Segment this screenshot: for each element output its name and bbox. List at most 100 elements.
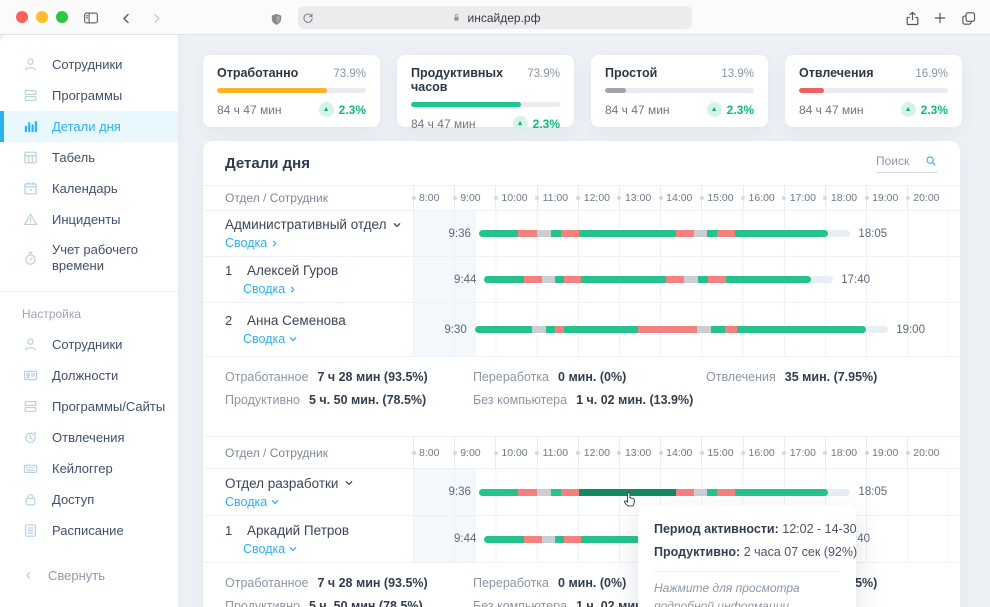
browser-sidebar-toggle-icon[interactable] [81,8,101,28]
activity-segment-gray[interactable] [532,326,546,333]
sidebar-item-employees[interactable]: Сотрудники [0,49,178,80]
activity-segment-red[interactable] [524,276,542,283]
activity-segment-red[interactable] [561,489,579,496]
sidebar-collapse-button[interactable]: Свернуть [0,560,178,591]
row-name[interactable]: Административный отдел [225,217,386,232]
reload-icon[interactable] [298,8,318,28]
summary-stat-label: Переработка [473,576,549,590]
activity-segment-green[interactable] [735,230,828,237]
search-input[interactable] [876,154,918,168]
activity-segment-red[interactable] [561,230,579,237]
activity-segment-green[interactable] [707,489,717,496]
activity-segment-green[interactable] [707,230,717,237]
browser-back-button[interactable] [116,8,136,28]
sidebar-item-label: Учет рабочего времени [52,242,164,275]
summary-link[interactable]: Сводка [225,332,413,346]
activity-segment-red[interactable] [708,276,726,283]
sidebar-item-day-details[interactable]: Детали дня [0,111,178,142]
activity-segment-red[interactable] [518,489,537,496]
activity-segment-red[interactable] [524,536,542,543]
sidebar-item-schedule[interactable]: Расписание [0,515,178,546]
summary-link[interactable]: Сводка [225,282,413,296]
activity-segment-red[interactable] [564,536,580,543]
activity-segment-green[interactable] [735,489,828,496]
activity-segment-green[interactable] [555,276,565,283]
sidebar-item-distractions[interactable]: Отвлечения [0,422,178,453]
sidebar-item-positions[interactable]: Должности [0,360,178,391]
activity-segment-red[interactable] [518,230,537,237]
activity-segment-green[interactable] [581,276,666,283]
time-axis-tick: 15:00 [701,437,742,468]
new-tab-icon[interactable] [930,8,950,28]
sidebar-item-incidents[interactable]: Инциденты [0,204,178,235]
activity-segment-red[interactable] [555,326,564,333]
card-progress-bar [605,88,754,93]
stat-card-4: Отвлечения16.9%84 ч 47 мин▲2.3% [785,55,962,127]
summary-link[interactable]: Сводка [225,542,413,556]
sidebar-item-programs[interactable]: Программы [0,80,178,111]
activity-segment-green[interactable] [555,536,565,543]
sidebar-item-keylogger[interactable]: Кейлоггер [0,453,178,484]
sidebar-item-access[interactable]: Доступ [0,484,178,515]
summary-stat-value: 7 ч 28 мин (93.5%) [317,370,427,384]
activity-timeline-bar[interactable] [479,489,829,496]
activity-segment-red[interactable] [717,230,736,237]
activity-segment-red[interactable] [676,489,694,496]
activity-segment-gray[interactable] [542,536,555,543]
sidebar-item-employees-settings[interactable]: Сотрудники [0,329,178,360]
search-icon[interactable] [924,154,938,168]
activity-segment-red[interactable] [717,489,736,496]
activity-segment-gray[interactable] [694,230,707,237]
summary-stat: Переработка0 мин. (0%) [473,370,706,384]
sidebar-item-calendar[interactable]: Календарь [0,173,178,204]
activity-segment-gray[interactable] [542,276,555,283]
calendar-icon [22,180,39,197]
activity-segment-red[interactable] [676,230,694,237]
summary-stat-value: 0 мин. (0%) [558,576,626,590]
activity-segment-green[interactable] [551,489,561,496]
browser-forward-button[interactable] [146,8,166,28]
activity-segment-gray[interactable] [694,489,707,496]
activity-segment-green[interactable] [579,230,676,237]
window-close-button[interactable] [16,11,28,23]
activity-timeline-bar[interactable] [479,230,829,237]
window-zoom-button[interactable] [56,11,68,23]
activity-segment-red[interactable] [666,276,684,283]
activity-segment-green[interactable] [737,326,867,333]
activity-segment-green[interactable] [698,276,708,283]
activity-segment-red[interactable] [725,326,737,333]
window-minimize-button[interactable] [36,11,48,23]
tooltip-period-label: Период активности: [654,522,779,536]
address-bar[interactable]: инсайдер.рф [298,6,692,29]
activity-segment-green[interactable] [479,489,518,496]
sidebar-item-timesheet[interactable]: Табель [0,142,178,173]
timeline-row: 1Алексей ГуровСводка9:4417:40 [203,257,960,303]
activity-segment-gray[interactable] [537,230,552,237]
activity-segment-red[interactable] [564,276,580,283]
summary-link[interactable]: Сводка [225,236,413,250]
activity-segment-green[interactable] [551,230,561,237]
privacy-shield-icon[interactable] [266,9,286,29]
sidebar-item-programs-sites[interactable]: Программы/Сайты [0,391,178,422]
activity-timeline-bar[interactable] [484,276,811,283]
row-name[interactable]: Отдел разработки [225,476,338,491]
activity-segment-green[interactable] [475,326,532,333]
activity-timeline-bar[interactable] [475,326,866,333]
summary-link-label: Сводка [225,495,267,509]
activity-segment-green[interactable] [564,326,637,333]
activity-segment-green[interactable] [711,326,725,333]
activity-segment-green[interactable] [726,276,811,283]
activity-segment-green[interactable] [484,536,523,543]
activity-segment-green[interactable] [546,326,555,333]
activity-segment-red[interactable] [638,326,697,333]
activity-segment-green[interactable] [484,276,523,283]
chevron-down-icon [288,334,298,344]
summary-link[interactable]: Сводка [225,495,413,509]
activity-segment-green[interactable] [479,230,518,237]
tab-overview-icon[interactable] [958,8,978,28]
activity-segment-gray[interactable] [537,489,552,496]
sidebar-item-work-time[interactable]: Учет рабочего времени [0,235,178,281]
share-icon[interactable] [902,8,922,28]
activity-segment-gray[interactable] [697,326,711,333]
activity-segment-gray[interactable] [684,276,699,283]
